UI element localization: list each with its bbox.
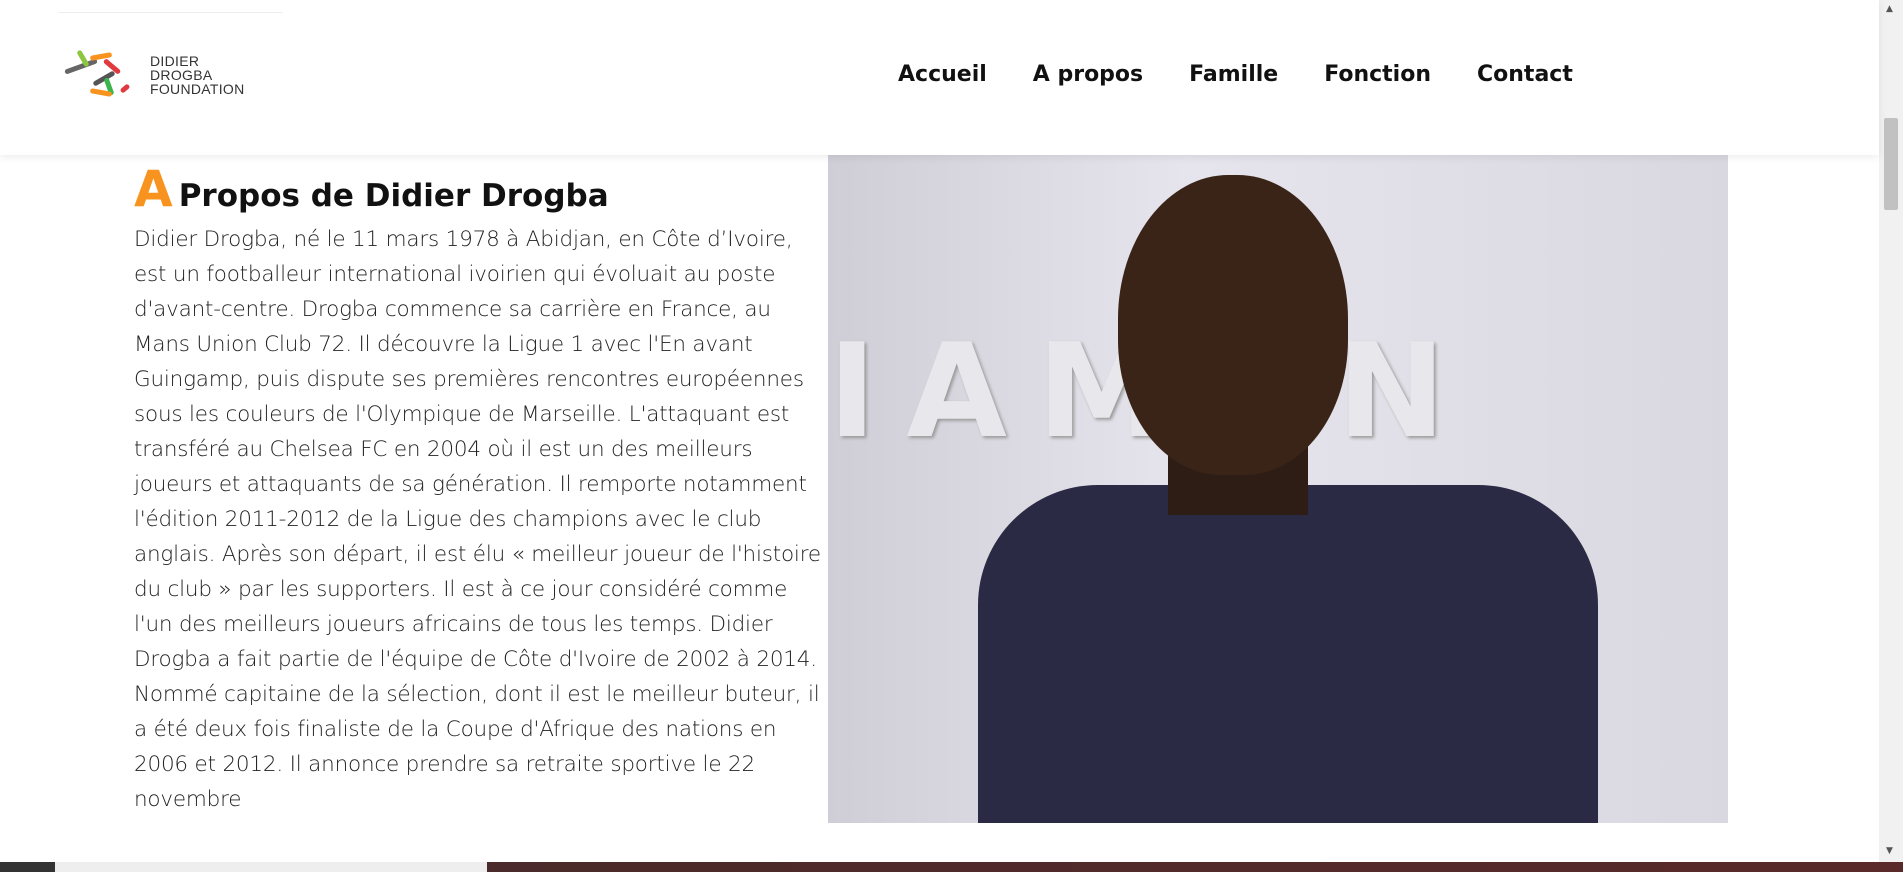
logo-text-line: DROGBA — [150, 67, 213, 83]
scroll-down-icon[interactable]: ▼ — [1886, 846, 1893, 856]
divider — [58, 12, 283, 13]
nav-a-propos[interactable]: A propos — [1033, 62, 1143, 87]
page-scrollbar[interactable]: ▲ ▼ — [1879, 0, 1903, 862]
logo[interactable]: DIDIER DROGBA FOUNDATION — [62, 49, 245, 100]
didier-drogba-photo: IAMON — [828, 155, 1728, 823]
taskbar — [0, 862, 1903, 872]
about-section: A Propos de Didier Drogba Didier Drogba,… — [134, 160, 829, 817]
nav-accueil[interactable]: Accueil — [898, 62, 987, 87]
shirt-shape — [978, 485, 1598, 823]
site-header: DIDIER DROGBA FOUNDATION Accueil A propo… — [0, 0, 1879, 155]
title-initial: A — [134, 160, 173, 218]
scroll-up-icon[interactable]: ▲ — [1886, 4, 1893, 14]
about-paragraph: Didier Drogba, né le 11 mars 1978 à Abid… — [134, 227, 821, 812]
nav-famille[interactable]: Famille — [1189, 62, 1278, 87]
logo-text-line: DIDIER — [150, 53, 200, 69]
head-shape — [1118, 175, 1348, 475]
main-nav: Accueil A propos Famille Fonction Contac… — [898, 62, 1573, 87]
logo-text-line: FOUNDATION — [150, 81, 245, 97]
page-title: A Propos de Didier Drogba — [134, 160, 829, 218]
nav-fonction[interactable]: Fonction — [1324, 62, 1431, 87]
foundation-logo-icon — [62, 49, 142, 100]
scrollbar-thumb[interactable] — [1884, 118, 1898, 210]
nav-contact[interactable]: Contact — [1477, 62, 1573, 87]
title-text: Propos de Didier Drogba — [178, 178, 609, 214]
